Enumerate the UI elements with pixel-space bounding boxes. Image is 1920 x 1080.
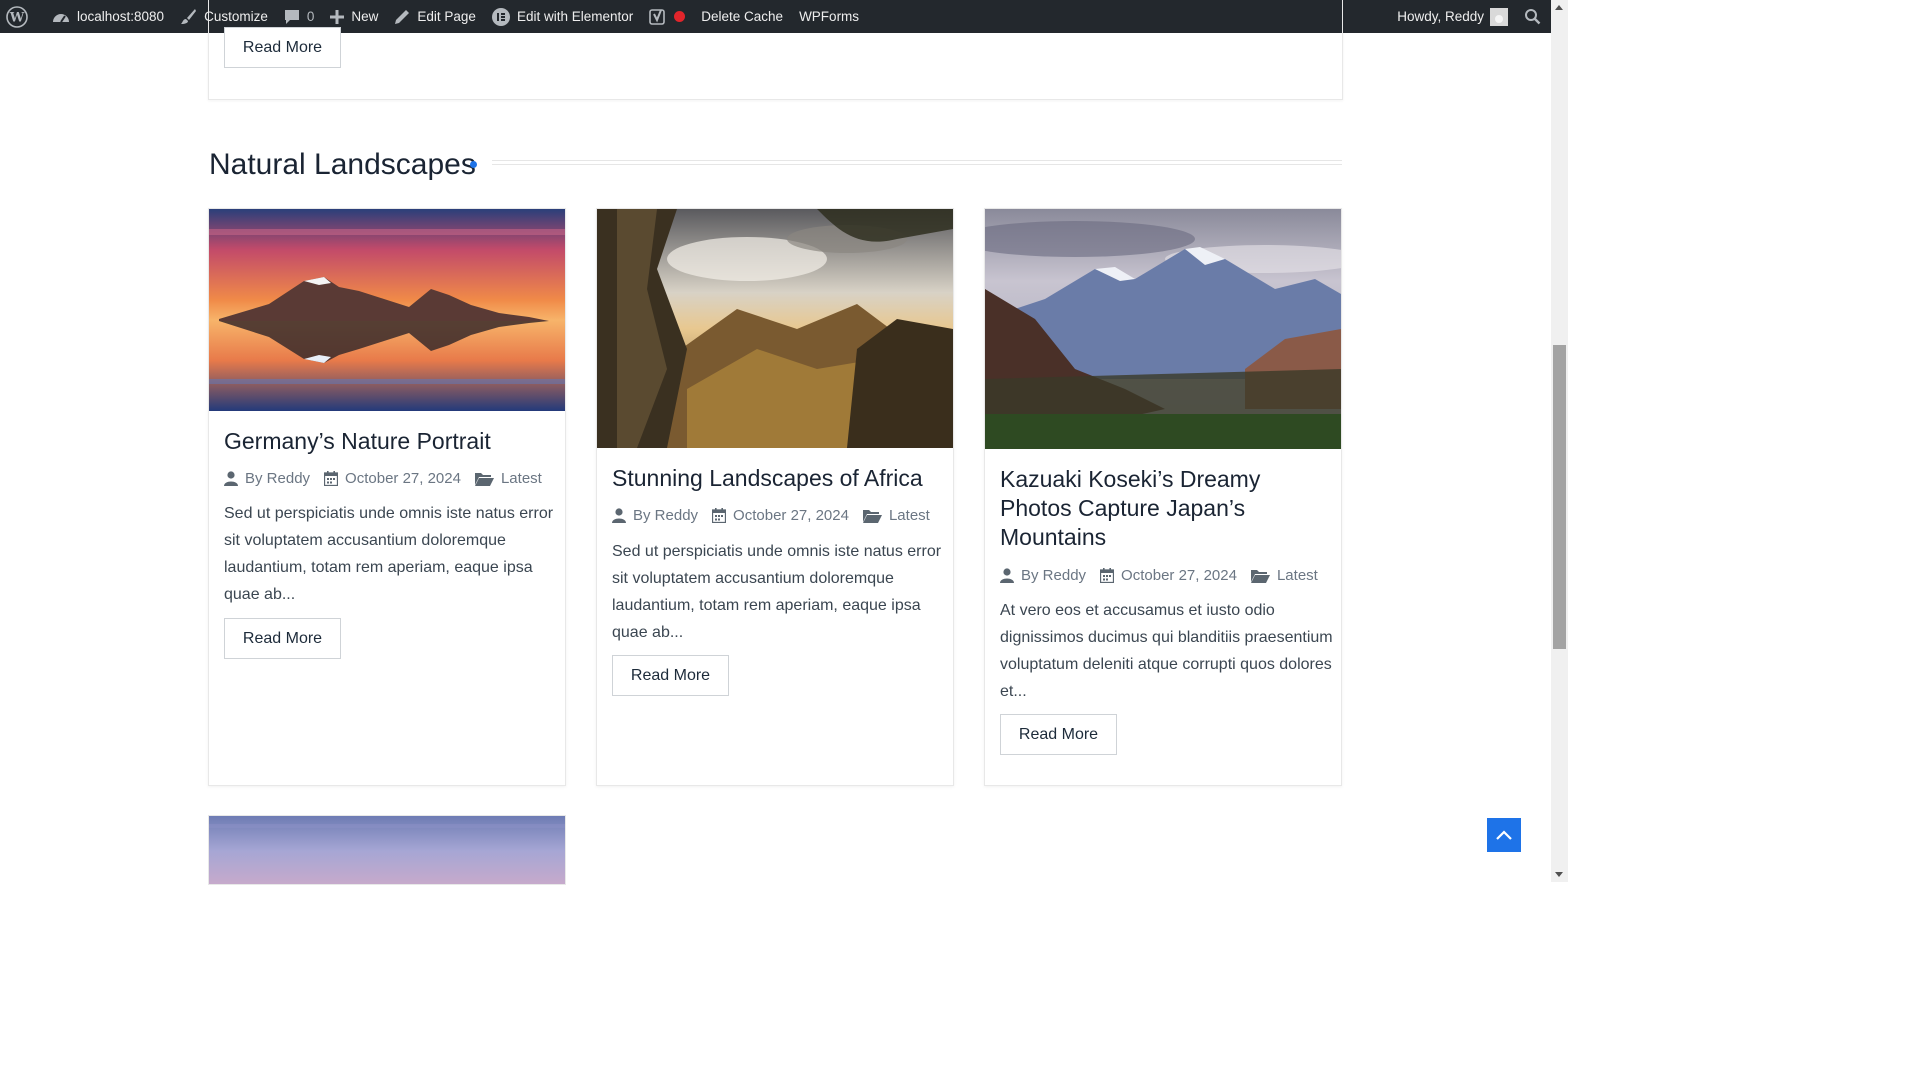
category-label: Latest [888, 507, 930, 524]
user-icon [224, 471, 238, 486]
date-label: October 27, 2024 [733, 507, 849, 524]
page-scrollbar[interactable] [1551, 0, 1568, 882]
author-label: By Reddy [633, 507, 699, 524]
site-name-link[interactable]: localhost:8080 [44, 0, 172, 33]
back-to-top-button[interactable] [1487, 818, 1521, 852]
read-more-button[interactable]: Read More [224, 27, 341, 68]
brush-icon [180, 8, 197, 25]
post-card: Germany’s Nature Portrait By Reddy Octob… [208, 208, 566, 786]
search-icon [1524, 8, 1541, 25]
title-accent-dot [470, 161, 477, 168]
calendar-icon [324, 471, 339, 486]
post-thumbnail[interactable] [209, 209, 565, 411]
user-icon [1000, 568, 1014, 583]
read-more-button[interactable]: Read More [612, 655, 729, 696]
post-date[interactable]: October 27, 2024 [324, 470, 461, 487]
post-category[interactable]: Latest [862, 507, 930, 524]
read-more-button[interactable]: Read More [1000, 714, 1117, 755]
folder-icon [862, 509, 882, 523]
folder-icon [474, 472, 494, 486]
post-meta: By Reddy October 27, 2024 Latest [612, 507, 944, 524]
calendar-icon [1100, 568, 1115, 583]
post-thumbnail[interactable] [209, 816, 565, 885]
post-card-partial [208, 815, 566, 885]
site-name: localhost:8080 [77, 9, 165, 24]
previous-post-card [208, 0, 1343, 100]
my-account-menu[interactable]: Howdy, Reddy [1389, 0, 1516, 33]
folder-icon [1250, 569, 1270, 583]
dashboard-icon [52, 9, 70, 25]
post-author[interactable]: By Reddy [224, 470, 310, 487]
wordpress-menu[interactable]: W [0, 0, 36, 33]
post-date[interactable]: October 27, 2024 [1100, 567, 1237, 584]
post-excerpt: Sed ut perspiciatis unde omnis iste natu… [612, 543, 942, 641]
post-category[interactable]: Latest [474, 470, 542, 487]
howdy-label: Howdy, Reddy [1397, 9, 1484, 24]
admin-search-button[interactable] [1516, 0, 1551, 33]
author-label: By Reddy [245, 470, 311, 487]
post-excerpt: Sed ut perspiciatis unde omnis iste natu… [224, 505, 554, 603]
date-label: October 27, 2024 [1121, 567, 1237, 584]
post-title[interactable]: Germany’s Nature Portrait [224, 427, 554, 456]
post-meta: By Reddy October 27, 2024 Latest [1000, 567, 1332, 584]
post-excerpt: At vero eos et accusamus et iusto odio d… [1000, 602, 1333, 700]
post-thumbnail[interactable] [985, 209, 1341, 449]
calendar-icon [712, 508, 727, 523]
post-meta: By Reddy October 27, 2024 Latest [224, 470, 556, 487]
scroll-down-arrow[interactable] [1555, 872, 1563, 877]
post-title[interactable]: Kazuaki Koseki’s Dreamy Photos Capture J… [1000, 465, 1330, 552]
post-title[interactable]: Stunning Landscapes of Africa [612, 464, 942, 493]
read-more-button[interactable]: Read More [224, 618, 341, 659]
category-label: Latest [1276, 567, 1318, 584]
post-category[interactable]: Latest [1250, 567, 1318, 584]
section-title: Natural Landscapes [209, 148, 476, 181]
avatar [1490, 7, 1508, 26]
post-card: Kazuaki Koseki’s Dreamy Photos Capture J… [984, 208, 1342, 786]
svg-text:W: W [9, 10, 25, 25]
post-author[interactable]: By Reddy [1000, 567, 1086, 584]
chevron-up-icon [1496, 830, 1512, 840]
scroll-up-arrow[interactable] [1555, 5, 1563, 10]
post-author[interactable]: By Reddy [612, 507, 698, 524]
wordpress-logo-icon: W [6, 5, 28, 28]
post-date[interactable]: October 27, 2024 [712, 507, 849, 524]
date-label: October 27, 2024 [345, 470, 461, 487]
scrollbar-thumb[interactable] [1553, 345, 1566, 649]
user-icon [612, 508, 626, 523]
post-card: Stunning Landscapes of Africa By Reddy O… [596, 208, 954, 786]
post-thumbnail[interactable] [597, 209, 953, 448]
category-label: Latest [500, 470, 542, 487]
author-label: By Reddy [1021, 567, 1087, 584]
title-divider [492, 160, 1342, 165]
